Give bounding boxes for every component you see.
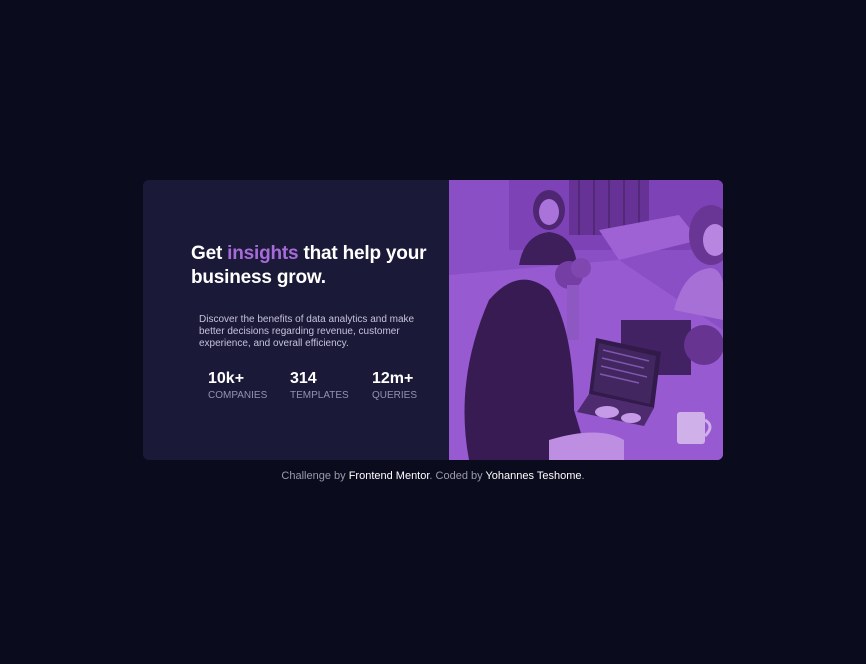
stat-label: Templates xyxy=(290,390,349,401)
stat-label: Queries xyxy=(372,390,418,401)
stat-value: 10k+ xyxy=(208,370,245,387)
stat-companies: 10k+ Companies xyxy=(208,370,283,402)
attribution: Challenge by Frontend Mentor. Coded by Y… xyxy=(0,469,866,483)
stat-value: 12m+ xyxy=(372,370,414,387)
attribution-middle: . Coded by xyxy=(429,470,486,482)
stat-templates: 314 Templates xyxy=(290,370,365,402)
card-content: Get insights that help your business gro… xyxy=(143,180,449,460)
attribution-suffix: . xyxy=(581,470,585,482)
stat-label: Companies xyxy=(208,390,268,401)
card-description: Discover the benefits of data analytics … xyxy=(199,314,415,349)
headline-accent: insights xyxy=(227,243,299,264)
headline-lead: Get xyxy=(191,243,228,264)
frontend-mentor-link[interactable]: Frontend Mentor xyxy=(349,470,430,482)
card-headline: Get insights that help your business gro… xyxy=(191,242,431,290)
stat-queries: 12m+ Queries xyxy=(372,370,447,402)
team-meeting-image xyxy=(449,180,723,460)
stat-value: 314 xyxy=(290,370,317,387)
stats-card: Get insights that help your business gro… xyxy=(143,180,723,460)
team-meeting-photo-icon xyxy=(449,180,723,460)
attribution-prefix: Challenge by xyxy=(281,470,349,482)
author-link[interactable]: Yohannes Teshome xyxy=(485,470,581,482)
